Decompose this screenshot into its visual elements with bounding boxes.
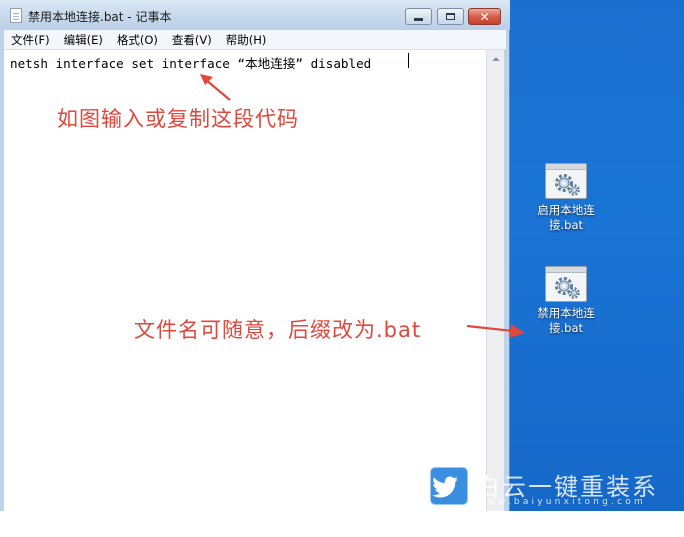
desktop-icon-label: 禁用本地连 接.bat: [526, 306, 606, 336]
menu-file[interactable]: 文件(F): [4, 32, 57, 48]
desktop-icon-disable-bat[interactable]: 禁用本地连 接.bat: [526, 266, 606, 336]
twitter-bird-icon: [430, 467, 468, 505]
minimize-icon: [414, 18, 423, 21]
notepad-icon[interactable]: [10, 8, 22, 23]
menu-edit[interactable]: 编辑(E): [57, 32, 110, 48]
annotation-filename-hint: 文件名可随意，后缀改为.bat: [134, 318, 422, 342]
menu-view[interactable]: 查看(V): [165, 32, 219, 48]
maximize-button[interactable]: [437, 8, 464, 25]
watermark-url: www.baiyunxitong.com: [477, 497, 646, 507]
menu-help[interactable]: 帮助(H): [219, 32, 274, 48]
annotation-arrow-up: [200, 74, 231, 101]
window-title: 禁用本地连接.bat - 记事本: [28, 10, 172, 24]
menu-bar: 文件(F) 编辑(E) 格式(O) 查看(V) 帮助(H): [4, 30, 506, 50]
label-line-1: 禁用本地连: [537, 306, 595, 320]
scroll-up-button[interactable]: [487, 50, 504, 67]
desktop-icon-label: 启用本地连 接.bat: [526, 203, 606, 233]
annotation-input-hint: 如图输入或复制这段代码: [57, 107, 299, 131]
label-line-2: 接.bat: [548, 218, 583, 232]
label-line-1: 启用本地连: [537, 203, 595, 217]
watermark: 白云一键重装系统 www.baiyunxitong.com: [430, 467, 680, 536]
close-button[interactable]: ✕: [468, 8, 501, 25]
up-arrow-icon: [491, 56, 500, 61]
close-icon: ✕: [479, 9, 490, 24]
gear-icon: [555, 174, 580, 196]
desktop-icon-enable-bat[interactable]: 启用本地连 接.bat: [526, 163, 606, 233]
minimize-button[interactable]: [405, 8, 432, 25]
menu-format[interactable]: 格式(O): [110, 32, 165, 48]
title-bar[interactable]: 禁用本地连接.bat - 记事本 ✕: [0, 0, 510, 30]
maximize-icon: [446, 13, 455, 20]
bat-gear-icon: [545, 163, 587, 199]
code-text[interactable]: netsh interface set interface “本地连接” dis…: [10, 53, 371, 72]
annotation-arrow-right: [466, 324, 525, 338]
label-line-2: 接.bat: [548, 321, 583, 335]
vertical-scrollbar[interactable]: [486, 50, 504, 511]
bat-gear-icon: [545, 266, 587, 302]
gear-icon: [555, 277, 580, 299]
text-caret: [408, 53, 409, 68]
notepad-window[interactable]: 禁用本地连接.bat - 记事本 ✕ 文件(F) 编辑(E) 格式(O) 查看(…: [0, 0, 510, 511]
bird-glyph-icon: [432, 476, 458, 498]
